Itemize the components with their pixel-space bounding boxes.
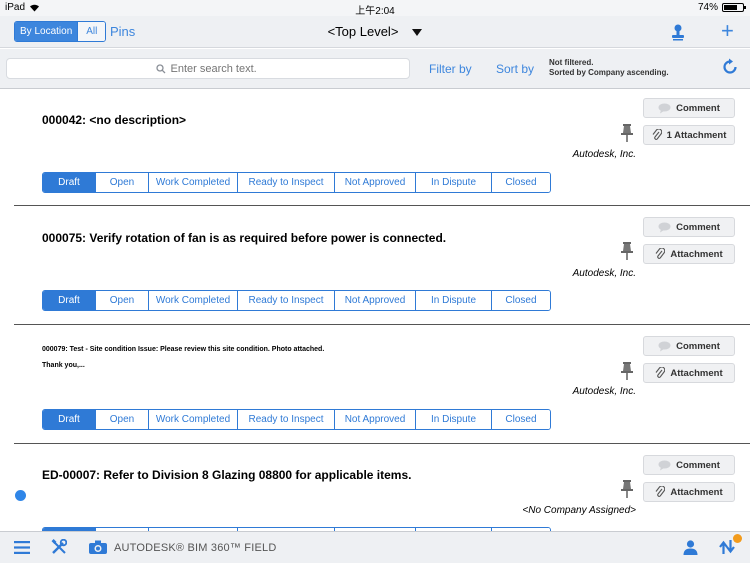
sync-arrows-icon[interactable] bbox=[719, 539, 735, 555]
status-in-dispute[interactable]: In Dispute bbox=[415, 410, 491, 429]
sort-by-button[interactable]: Sort by bbox=[496, 62, 534, 76]
level-selector[interactable]: <Top Level> bbox=[0, 24, 750, 39]
dropdown-triangle-icon bbox=[412, 29, 423, 37]
comment-button[interactable]: Comment bbox=[643, 217, 735, 237]
status-ready-to-inspect[interactable]: Ready to Inspect bbox=[237, 410, 334, 429]
status-open[interactable]: Open bbox=[95, 173, 148, 192]
status-work-completed[interactable]: Work Completed bbox=[148, 291, 237, 310]
status-not-approved[interactable]: Not Approved bbox=[334, 291, 415, 310]
status-in-dispute[interactable]: In Dispute bbox=[415, 291, 491, 310]
notification-badge bbox=[733, 534, 742, 543]
item-title: 000042: <no description> bbox=[42, 113, 187, 127]
comment-label: Comment bbox=[676, 102, 720, 114]
paperclip-icon bbox=[655, 248, 666, 259]
search-box[interactable] bbox=[6, 58, 410, 79]
status-open[interactable]: Open bbox=[95, 291, 148, 310]
attachment-label: Attachment bbox=[670, 248, 723, 260]
item-title: ED-00007: Refer to Division 8 Glazing 08… bbox=[42, 468, 412, 482]
list-item[interactable]: 000079: Test - Site condition Issue: Ple… bbox=[0, 328, 750, 444]
search-icon bbox=[155, 63, 165, 73]
comment-bubble-icon bbox=[658, 341, 671, 351]
item-divider bbox=[14, 324, 750, 325]
pushpin-icon[interactable] bbox=[620, 241, 634, 261]
search-input[interactable] bbox=[170, 62, 261, 75]
company-name: Autodesk, Inc. bbox=[572, 268, 636, 279]
pushpin-icon[interactable] bbox=[620, 479, 634, 499]
user-stamp-icon[interactable] bbox=[671, 23, 685, 41]
attachment-button[interactable]: Attachment bbox=[643, 244, 735, 264]
status-closed[interactable]: Closed bbox=[491, 291, 550, 310]
list-item[interactable]: 000042: <no description> Comment 1 Attac… bbox=[0, 90, 750, 206]
pushpin-icon[interactable] bbox=[620, 123, 634, 143]
user-icon[interactable] bbox=[683, 540, 698, 555]
comment-bubble-icon bbox=[658, 460, 671, 470]
attachment-button[interactable]: Attachment bbox=[643, 482, 735, 502]
status-open[interactable]: Open bbox=[95, 410, 148, 429]
item-divider bbox=[14, 205, 750, 206]
comment-button[interactable]: Comment bbox=[643, 336, 735, 356]
attachment-label: Attachment bbox=[670, 367, 723, 379]
status-work-completed[interactable]: Work Completed bbox=[148, 410, 237, 429]
comment-label: Comment bbox=[676, 340, 720, 352]
comment-label: Comment bbox=[676, 459, 720, 471]
camera-icon[interactable] bbox=[89, 540, 107, 554]
paperclip-icon bbox=[655, 486, 666, 497]
comment-button[interactable]: Comment bbox=[643, 98, 735, 118]
status-ready-to-inspect[interactable]: Ready to Inspect bbox=[237, 291, 334, 310]
add-icon[interactable]: + bbox=[721, 20, 734, 42]
paperclip-icon bbox=[655, 367, 666, 378]
brand-logo-text: AUTODESK® BIM 360™ FIELD bbox=[114, 542, 277, 554]
attachment-label: Attachment bbox=[670, 486, 723, 498]
filter-sort-status: Not filtered. Sorted by Company ascendin… bbox=[549, 58, 669, 78]
attachment-button[interactable]: 1 Attachment bbox=[643, 125, 735, 145]
item-title: 000075: Verify rotation of fan is as req… bbox=[42, 231, 447, 245]
menu-icon[interactable] bbox=[14, 541, 30, 554]
status-in-dispute[interactable]: In Dispute bbox=[415, 173, 491, 192]
battery-icon bbox=[722, 3, 746, 12]
status-segmented-control: Draft Open Work Completed Ready to Inspe… bbox=[42, 172, 551, 193]
company-name: Autodesk, Inc. bbox=[572, 386, 636, 397]
item-title-continued: Thank you,... bbox=[42, 362, 85, 369]
status-draft[interactable]: Draft bbox=[43, 173, 95, 192]
search-filter-bar: Filter by Sort by Not filtered. Sorted b… bbox=[0, 49, 750, 89]
status-draft[interactable]: Draft bbox=[43, 291, 95, 310]
clock: 上午2:04 bbox=[355, 6, 395, 17]
item-divider bbox=[14, 443, 750, 444]
status-draft[interactable]: Draft bbox=[43, 410, 95, 429]
status-work-completed[interactable]: Work Completed bbox=[148, 173, 237, 192]
status-segmented-control: Draft Open Work Completed Ready to Inspe… bbox=[42, 409, 551, 430]
status-not-approved[interactable]: Not Approved bbox=[334, 173, 415, 192]
filter-by-button[interactable]: Filter by bbox=[429, 62, 472, 76]
comment-button[interactable]: Comment bbox=[643, 455, 735, 475]
status-not-approved[interactable]: Not Approved bbox=[334, 410, 415, 429]
comment-bubble-icon bbox=[658, 103, 671, 113]
company-name: Autodesk, Inc. bbox=[572, 149, 636, 160]
battery-percent: 74% bbox=[697, 2, 718, 13]
status-closed[interactable]: Closed bbox=[491, 410, 550, 429]
sort-status-text: Sorted by Company ascending. bbox=[549, 68, 669, 77]
bottom-toolbar: AUTODESK® BIM 360™ FIELD bbox=[0, 531, 750, 563]
comment-bubble-icon bbox=[658, 222, 671, 232]
pushpin-icon[interactable] bbox=[620, 361, 634, 381]
level-title: <Top Level> bbox=[327, 24, 399, 39]
tools-icon[interactable] bbox=[51, 539, 67, 555]
unread-indicator bbox=[15, 490, 26, 501]
nav-bar: By Location All Pins <Top Level> + bbox=[0, 16, 750, 48]
comment-label: Comment bbox=[676, 221, 720, 233]
refresh-icon[interactable] bbox=[721, 58, 739, 76]
attachment-label: 1 Attachment bbox=[666, 129, 727, 141]
list-item[interactable]: 000075: Verify rotation of fan is as req… bbox=[0, 209, 750, 325]
paperclip-icon bbox=[652, 129, 662, 140]
list-item[interactable]: ED-00007: Refer to Division 8 Glazing 08… bbox=[0, 447, 750, 531]
status-segmented-control: Draft Open Work Completed Ready to Inspe… bbox=[42, 290, 551, 311]
status-ready-to-inspect[interactable]: Ready to Inspect bbox=[237, 173, 334, 192]
status-bar: iPad 上午2:04 74% bbox=[0, 0, 750, 17]
filter-status-text: Not filtered. bbox=[549, 58, 594, 67]
attachment-button[interactable]: Attachment bbox=[643, 363, 735, 383]
item-title: 000079: Test - Site condition Issue: Ple… bbox=[42, 346, 325, 353]
company-name: <No Company Assigned> bbox=[522, 505, 636, 516]
status-closed[interactable]: Closed bbox=[491, 173, 550, 192]
